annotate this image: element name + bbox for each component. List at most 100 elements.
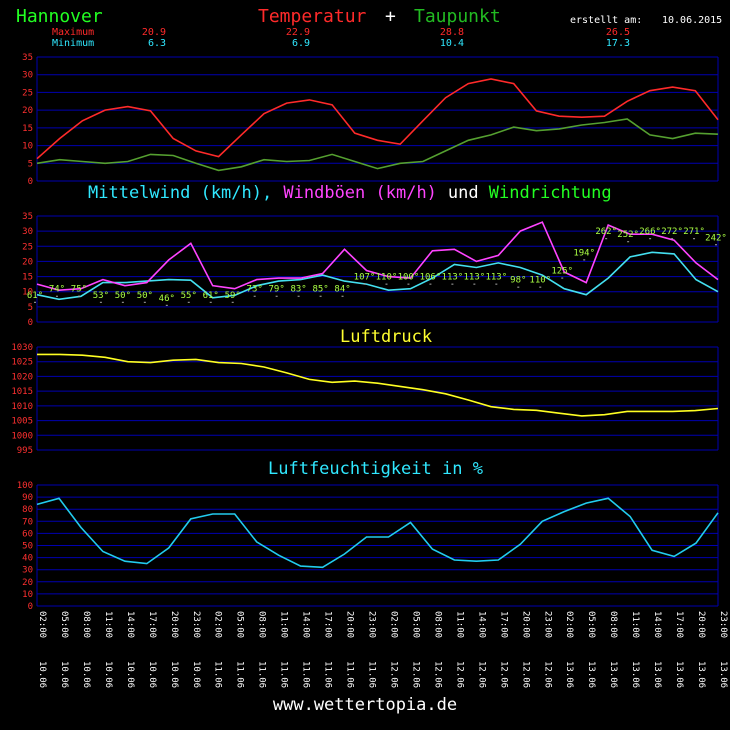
- wind-direction-label: 61°: [27, 291, 43, 301]
- y-tick-label: 995: [17, 446, 33, 456]
- wind-direction-marker: [517, 286, 520, 288]
- wind-direction-marker: [231, 301, 234, 303]
- y-tick-label: 25: [22, 242, 33, 252]
- title-dewpoint: Taupunkt: [414, 6, 501, 27]
- x-tick-time: 11:00: [454, 611, 464, 638]
- y-tick-label: 30: [22, 227, 33, 237]
- wind-direction-marker: [143, 301, 146, 303]
- y-tick-label: 10: [22, 142, 33, 152]
- x-tick-time: 11:00: [103, 611, 113, 638]
- x-tick-time: 17:00: [674, 611, 684, 638]
- x-tick-date: 12.06: [520, 661, 530, 688]
- min-label: Minimum: [52, 38, 94, 49]
- wind-direction-marker: [319, 295, 322, 297]
- created-label: erstellt am:: [570, 15, 642, 26]
- wind-direction-label: 194°: [573, 248, 595, 258]
- wind-direction-label: 113°: [485, 273, 507, 283]
- x-tick-date: 11.06: [367, 661, 377, 688]
- y-tick-label: 40: [22, 554, 33, 564]
- x-tick-date: 11.06: [235, 661, 245, 688]
- max-value: 22.9: [286, 27, 310, 38]
- x-tick-date: 10.06: [81, 661, 91, 688]
- x-tick-date: 11.06: [279, 661, 289, 688]
- wind-direction-label: 125°: [551, 267, 573, 277]
- wind-direction-marker: [473, 283, 476, 285]
- x-tick-time: 05:00: [235, 611, 245, 638]
- wind-direction-label: 55°: [181, 291, 197, 301]
- series-line: [37, 353, 719, 417]
- y-tick-label: 15: [22, 124, 33, 134]
- wind-direction-label: 242°: [705, 233, 727, 243]
- x-tick-time: 11:00: [630, 611, 640, 638]
- wind-direction-label: 266°: [639, 227, 661, 237]
- wind-direction-marker: [561, 277, 564, 279]
- x-tick-time: 05:00: [59, 611, 69, 638]
- x-tick-date: 13.06: [608, 661, 618, 688]
- x-tick-time: 20:00: [520, 611, 530, 638]
- wind-title-part: Windrichtung: [489, 183, 612, 203]
- wind-direction-label: 272°: [661, 227, 683, 237]
- series-line: [36, 78, 719, 160]
- x-tick-date: 12.06: [542, 661, 552, 688]
- wind-title-part: Windböen (km/h): [283, 183, 437, 203]
- y-tick-label: 35: [22, 212, 33, 222]
- wind-direction-label: 262°: [595, 227, 617, 237]
- wind-direction-marker: [297, 295, 300, 297]
- wind-direction-marker: [77, 295, 80, 297]
- x-tick-date: 12.06: [410, 661, 420, 688]
- wind-direction-marker: [451, 283, 454, 285]
- x-tick-date: 11.06: [213, 661, 223, 688]
- x-tick-time: 14:00: [652, 611, 662, 638]
- wind-direction-label: 110°: [376, 273, 398, 283]
- y-tick-label: 1005: [11, 417, 33, 427]
- x-tick-date: 13.06: [718, 661, 728, 688]
- y-tick-label: 0: [28, 602, 33, 612]
- wind-direction-marker: [715, 244, 717, 246]
- y-tick-label: 30: [22, 71, 33, 81]
- y-tick-label: 80: [22, 505, 33, 515]
- y-tick-label: 100: [17, 481, 33, 491]
- y-tick-label: 10: [22, 590, 33, 600]
- pressure-title: Luftdruck: [340, 327, 432, 347]
- title-temperature: Temperatur: [258, 6, 367, 27]
- x-tick-date: 10.06: [125, 661, 135, 688]
- x-tick-date: 13.06: [674, 661, 684, 688]
- max-value: 20.9: [142, 27, 166, 38]
- y-tick-label: 35: [22, 53, 33, 63]
- wind-direction-label: 85°: [312, 285, 328, 295]
- x-tick-time: 20:00: [696, 611, 706, 638]
- wind-direction-label: 100°: [398, 273, 420, 283]
- series-line: [36, 497, 719, 569]
- wind-direction-label: 84°: [334, 285, 350, 295]
- x-tick-date: 11.06: [345, 661, 355, 688]
- x-tick-time: 08:00: [81, 611, 91, 638]
- wind-direction-label: 83°: [290, 285, 306, 295]
- title-plus: +: [385, 6, 396, 27]
- x-tick-time: 17:00: [323, 611, 333, 638]
- y-tick-label: 5: [28, 303, 33, 313]
- x-tick-time: 23:00: [367, 611, 377, 638]
- x-tick-date: 12.06: [388, 661, 398, 688]
- x-tick-date: 10.06: [169, 661, 179, 688]
- x-tick-time: 17:00: [147, 611, 157, 638]
- wind-direction-label: 53°: [93, 291, 109, 301]
- wind-title-part: und: [448, 183, 479, 203]
- x-tick-date: 10.06: [103, 661, 113, 688]
- wind-direction-label: 75°: [71, 285, 87, 295]
- wind-direction-label: 113°: [442, 273, 464, 283]
- max-value: 28.8: [440, 27, 464, 38]
- wind-direction-marker: [429, 283, 432, 285]
- y-tick-label: 1000: [11, 431, 33, 441]
- x-tick-time: 20:00: [345, 611, 355, 638]
- wind-direction-marker: [209, 301, 212, 303]
- min-value: 10.4: [440, 38, 464, 49]
- y-tick-label: 70: [22, 517, 33, 527]
- x-tick-date: 10.06: [147, 661, 157, 688]
- max-value: 26.5: [606, 27, 630, 38]
- wind-direction-marker: [34, 301, 36, 303]
- x-tick-date: 13.06: [586, 661, 596, 688]
- y-tick-label: 1025: [11, 358, 33, 368]
- wind-direction-label: 110°: [529, 276, 551, 286]
- x-tick-date: 11.06: [257, 661, 267, 688]
- x-tick-date: 13.06: [630, 661, 640, 688]
